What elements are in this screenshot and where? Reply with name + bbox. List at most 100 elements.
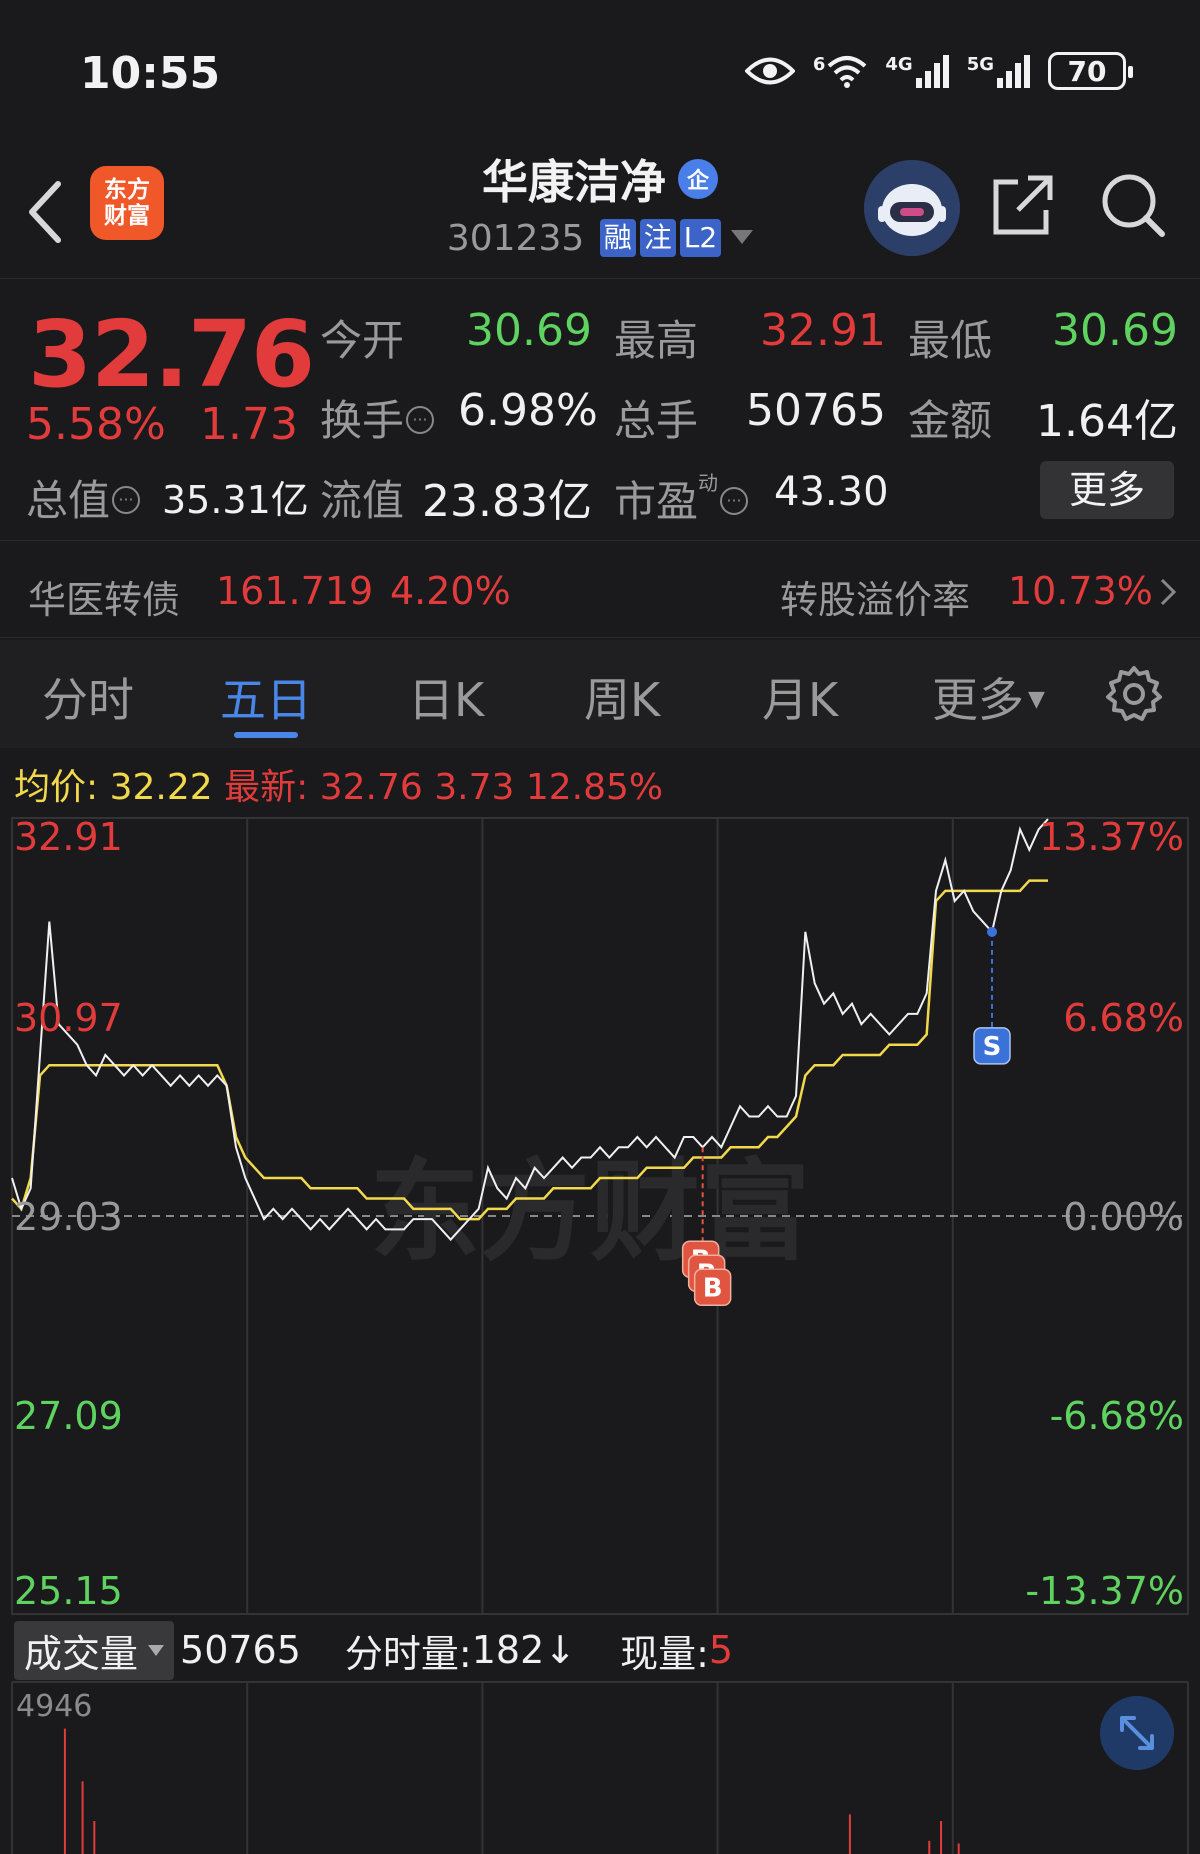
pe-label-text: 市盈: [614, 477, 699, 526]
y-tick-left: 25.15: [14, 1569, 123, 1613]
quote-panel: 32.76 5.58% 1.73 今开 30.69 最高 32.91 最低 30…: [0, 278, 1200, 536]
series-layer: [11, 818, 1049, 1242]
wifi-icon: 6: [813, 54, 868, 88]
info-icon[interactable]: ···: [406, 406, 435, 434]
tab-five-day[interactable]: 五日: [220, 664, 312, 730]
expand-chart-button[interactable]: [1100, 1696, 1174, 1770]
signal-5g-icon: 5G: [967, 54, 1030, 88]
chevron-right-icon[interactable]: [1158, 577, 1178, 607]
minute-volume-arrow: ↓: [544, 1628, 577, 1672]
open-value: 30.69: [466, 305, 592, 356]
turnover-label[interactable]: 换手 ···: [320, 387, 435, 448]
volume-info-bar: 成交量 50765 分时量: 182 ↓ 现量: 5: [14, 1620, 733, 1680]
turnover-value: 6.98%: [458, 385, 598, 436]
convertible-bond-row[interactable]: 华医转债 161.719 4.20% 转股溢价率 10.73%: [0, 540, 1200, 638]
high-label: 最高: [614, 316, 699, 365]
conversion-premium-value: 10.73%: [1008, 569, 1153, 613]
minute-volume-label: 分时量:: [344, 1631, 472, 1676]
buy-marker[interactable]: B: [693, 1268, 732, 1307]
margin-tag: 融: [599, 219, 636, 257]
sell-marker-dot: [987, 926, 997, 937]
buy-marker-label: B: [703, 1273, 723, 1303]
conversion-premium-label: 转股溢价率: [780, 578, 971, 622]
tab-more-label: 更多: [932, 673, 1024, 727]
high-value: 32.91: [760, 305, 886, 356]
minute-volume-value: 182: [471, 1628, 545, 1672]
y-tick-right: 0.00%: [1063, 1195, 1184, 1239]
eye-icon: [744, 57, 795, 85]
more-button[interactable]: 更多: [1040, 461, 1174, 519]
bond-change-pct: 4.20%: [390, 569, 511, 613]
status-bar: 10:55 6 4G 5G 70: [0, 0, 1200, 150]
y-tick-right: -6.68%: [1050, 1394, 1184, 1438]
stock-header: 东方 财富 华康洁净 企 301235 融注 L2: [0, 140, 1200, 275]
current-volume-value: 5: [708, 1628, 734, 1672]
share-icon[interactable]: [988, 170, 1058, 240]
stock-code: 301235: [446, 218, 585, 259]
tab-weekly-k[interactable]: 周K: [584, 664, 660, 730]
market-cap-value: 35.31亿: [162, 478, 309, 522]
current-volume-label: 现量:: [620, 1631, 709, 1676]
low-value: 30.69: [1052, 305, 1178, 356]
pe-label[interactable]: 市盈动···: [614, 467, 749, 529]
latest-value: 32.76: [319, 767, 423, 808]
bond-price: 161.719: [216, 569, 374, 613]
chart-info-line: 均价: 32.22 最新: 32.76 3.73 12.85%: [14, 758, 663, 810]
turnover-label-text: 换手: [320, 396, 405, 445]
open-label: 今开: [320, 316, 405, 365]
network-5g-label: 5G: [966, 54, 994, 75]
y-tick-left: 30.97: [14, 996, 123, 1040]
chart-grid: [11, 817, 1189, 1854]
sell-marker-label: S: [983, 1032, 1002, 1062]
tab-monthly-k[interactable]: 月K: [762, 664, 838, 730]
volume-label: 总手: [614, 396, 699, 445]
avg-price-label: 均价:: [14, 767, 99, 808]
y-tick-right: 13.37%: [1039, 815, 1184, 859]
battery-level: 70: [1067, 54, 1107, 88]
y-tick-left: 27.09: [14, 1394, 123, 1438]
tab-daily-k[interactable]: 日K: [408, 664, 484, 730]
five-day-price-chart[interactable]: 东方财富 BBBS 32.9130.9729.0327.0925.1513.37…: [0, 810, 1200, 1854]
change-amount: 1.73: [200, 399, 298, 450]
level2-tag: L2: [679, 219, 722, 257]
float-cap-value: 23.83亿: [422, 476, 592, 527]
volume-selector-label: 成交量: [24, 1631, 139, 1676]
tab-more[interactable]: 更多 ▼: [932, 664, 1045, 730]
y-tick-right: 6.68%: [1063, 996, 1184, 1040]
search-icon[interactable]: [1098, 170, 1168, 240]
volume-axis-max: 4946: [16, 1689, 92, 1724]
signal-4g-icon: 4G: [885, 54, 949, 88]
amount-value: 1.64亿: [1036, 396, 1178, 447]
enterprise-badge-icon: 企: [678, 159, 718, 199]
note-tag: 注: [639, 219, 676, 257]
network-4g-label: 4G: [885, 54, 913, 75]
volume-total: 50765: [180, 1628, 301, 1672]
caret-down-icon: ▼: [1028, 687, 1045, 712]
caret-down-icon: [148, 1644, 165, 1656]
latest-change-pct: 12.85%: [525, 767, 664, 808]
low-label: 最低: [908, 316, 993, 365]
current-price: 32.76: [28, 301, 315, 408]
wifi-label: 6: [812, 54, 826, 75]
volume-bars: 4946: [16, 1689, 960, 1854]
status-icons: 6 4G 5G 70: [744, 52, 1133, 90]
tab-intraday[interactable]: 分时: [42, 664, 134, 730]
market-cap-label-text: 总值: [26, 476, 111, 525]
info-icon[interactable]: ···: [720, 487, 749, 515]
volume-indicator-selector[interactable]: 成交量: [14, 1620, 175, 1680]
latest-change: 3.73: [434, 767, 515, 808]
volume-value: 50765: [746, 385, 886, 436]
market-cap-label[interactable]: 总值 ···: [26, 467, 141, 528]
active-tab-indicator: [234, 732, 298, 738]
watermark: 东方财富: [370, 1148, 810, 1276]
info-icon[interactable]: ···: [112, 486, 141, 514]
chevron-down-icon[interactable]: [731, 230, 754, 244]
y-tick-left: 32.91: [14, 815, 123, 859]
amount-label: 金额: [908, 396, 993, 445]
y-tick-left: 29.03: [14, 1195, 123, 1239]
gear-icon[interactable]: [1104, 664, 1164, 724]
pe-dynamic-sup: 动: [698, 471, 719, 495]
y-tick-right: -13.37%: [1025, 1569, 1184, 1613]
price-line: [11, 818, 1049, 1242]
ai-robot-icon[interactable]: [864, 160, 960, 256]
